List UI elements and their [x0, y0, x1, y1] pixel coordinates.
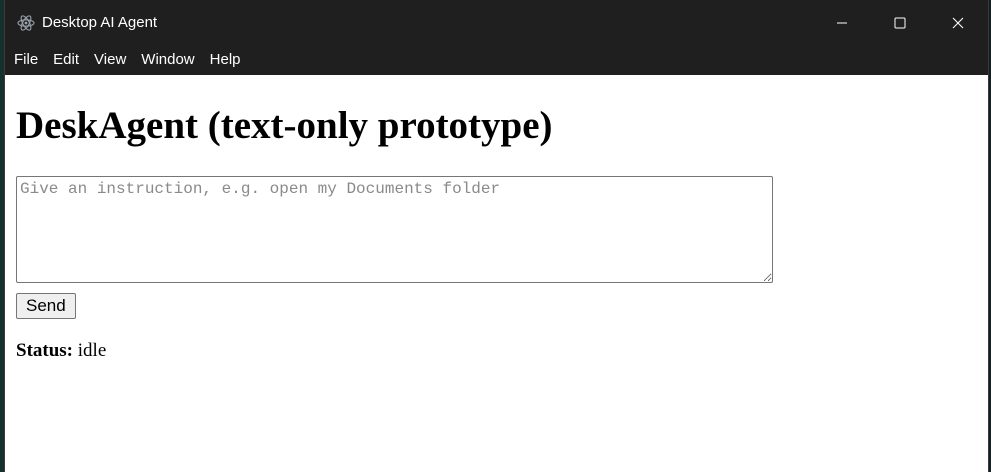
menu-help[interactable]: Help [210, 47, 249, 73]
close-icon [952, 17, 964, 28]
status-value: idle [77, 340, 107, 361]
menu-view[interactable]: View [94, 47, 134, 73]
page-title: DeskAgent (text-only prototype) [16, 104, 553, 147]
window-title: Desktop AI Agent [42, 14, 158, 31]
menu-file[interactable]: File [14, 47, 46, 73]
status-label: Status: [16, 340, 74, 361]
menu-bar: File Edit View Window Help [5, 45, 988, 75]
app-window: Desktop AI Agent File Edit View Window H… [4, 0, 989, 472]
menu-edit[interactable]: Edit [53, 47, 87, 73]
electron-atom-icon [17, 14, 35, 32]
status-line: Status: idle [16, 339, 106, 363]
menu-window[interactable]: Window [141, 47, 202, 73]
close-button[interactable] [929, 0, 987, 45]
maximize-button[interactable] [871, 0, 929, 45]
minimize-button[interactable] [813, 0, 871, 45]
title-bar[interactable]: Desktop AI Agent [5, 0, 988, 45]
send-button[interactable]: Send [16, 293, 76, 319]
instruction-input[interactable] [16, 176, 773, 283]
maximize-icon [894, 17, 906, 28]
main-content: DeskAgent (text-only prototype) Send Sta… [5, 75, 988, 472]
minimize-icon [837, 22, 847, 23]
